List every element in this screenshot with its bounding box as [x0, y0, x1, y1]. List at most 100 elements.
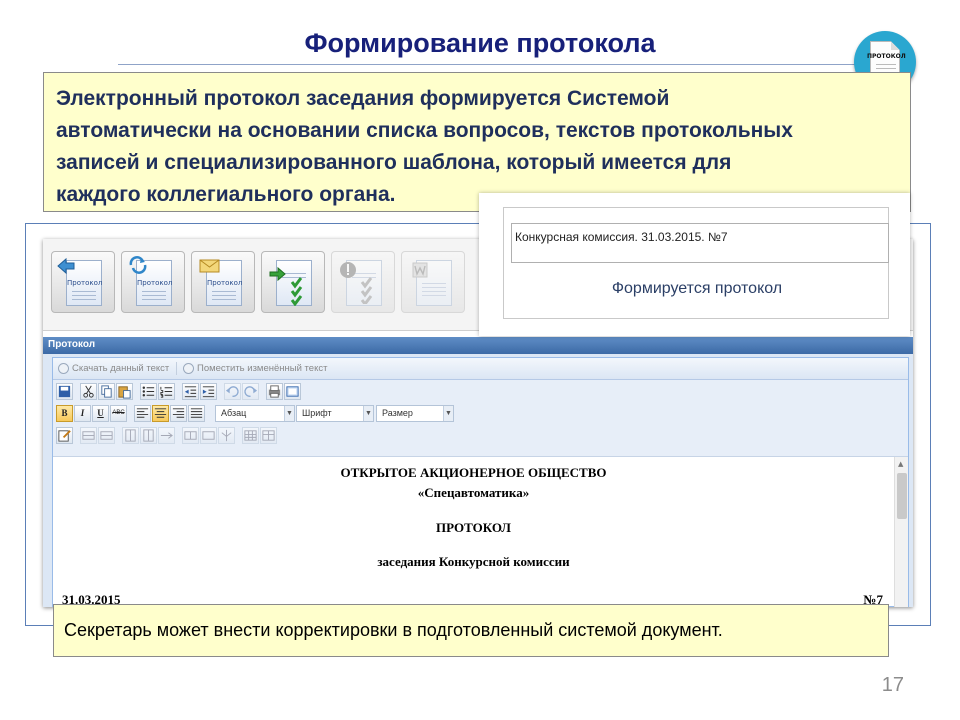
underline-button[interactable]: U: [92, 405, 109, 422]
redo-icon[interactable]: [242, 383, 259, 400]
paste-icon[interactable]: [116, 383, 133, 400]
rich-text-editor: Скачать данный текст Поместить изменённы…: [52, 357, 909, 607]
doc-line: [422, 283, 446, 284]
cut-icon[interactable]: [80, 383, 97, 400]
logo-line: [876, 68, 896, 69]
logo-label: ПРОТОКОЛ: [867, 53, 906, 60]
numbered-list-icon[interactable]: [158, 383, 175, 400]
doc-org-type: ОТКРЫТОЕ АКЦИОНЕРНОЕ ОБЩЕСТВО: [340, 465, 607, 480]
doc-line: [142, 291, 166, 292]
document-content[interactable]: ОТКРЫТОЕ АКЦИОНЕРНОЕ ОБЩЕСТВО «Спецавтом…: [53, 456, 908, 607]
paragraph-format-select[interactable]: Абзац ▼: [215, 405, 295, 422]
table-layout-icon[interactable]: [260, 427, 277, 444]
protocol-panel: Скачать данный текст Поместить изменённы…: [43, 354, 913, 607]
editor-scrollbar[interactable]: ▲: [894, 457, 908, 607]
copy-icon[interactable]: [98, 383, 115, 400]
callout-line: автоматически на основании списка вопрос…: [56, 119, 793, 142]
word-document-icon: [412, 262, 428, 278]
info-callout-top: Электронный протокол заседания формирует…: [43, 72, 911, 212]
doc-heading: ПРОТОКОЛ: [436, 520, 511, 535]
refresh-icon: [129, 256, 147, 274]
protocol-back-button[interactable]: Протокол: [51, 251, 115, 313]
delete-column-icon[interactable]: [140, 427, 157, 444]
align-right-icon[interactable]: [170, 405, 187, 422]
arrow-left-icon: [57, 257, 75, 275]
italic-button[interactable]: I: [74, 405, 91, 422]
insert-column-icon[interactable]: [122, 427, 139, 444]
doc-line: [422, 291, 446, 292]
toolbar-row-format: B I U ABC Абзац ▼ Шрифт ▼ Размер ▼: [53, 403, 908, 424]
font-family-value: Шрифт: [302, 408, 332, 418]
download-icon: [58, 363, 69, 374]
send-for-approval-button[interactable]: [261, 251, 325, 313]
insert-table-icon[interactable]: [242, 427, 259, 444]
strikethrough-button[interactable]: ABC: [110, 405, 127, 422]
toolbar-row-table: [53, 425, 908, 446]
chevron-down-icon: ▼: [363, 406, 373, 421]
delete-row-icon[interactable]: [98, 427, 115, 444]
callout-line: Электронный протокол заседания формирует…: [56, 87, 670, 110]
upload-icon: [183, 363, 194, 374]
indent-icon[interactable]: [200, 383, 217, 400]
logo-page-fold: [891, 41, 900, 50]
cell-properties-icon[interactable]: [200, 427, 217, 444]
doc-subheading: заседания Конкурсной комиссии: [377, 554, 570, 569]
scrollbar-thumb[interactable]: [897, 473, 907, 519]
info-callout-bottom: Секретарь может внести корректировки в п…: [53, 604, 889, 657]
button-label: Протокол: [207, 279, 243, 287]
preview-icon[interactable]: [284, 383, 301, 400]
protocol-email-button[interactable]: Протокол: [191, 251, 255, 313]
doc-line: [142, 295, 166, 296]
edit-source-icon[interactable]: [56, 427, 73, 444]
button-label: Протокол: [67, 279, 103, 287]
merge-cells-icon[interactable]: [158, 427, 175, 444]
outdent-icon[interactable]: [182, 383, 199, 400]
protocol-panel-header: Протокол: [43, 337, 913, 354]
align-center-icon[interactable]: [152, 405, 169, 422]
print-icon[interactable]: [266, 383, 283, 400]
doc-line: [72, 299, 96, 300]
upload-text-button[interactable]: Поместить изменённый текст: [197, 363, 327, 374]
chevron-down-icon: ▼: [443, 406, 453, 421]
editor-toolbar: B I U ABC Абзац ▼ Шрифт ▼ Размер ▼: [53, 380, 908, 456]
separator: [176, 362, 177, 375]
slide-title: Формирование протокола: [304, 28, 656, 58]
doc-line: [422, 287, 446, 288]
save-icon[interactable]: [56, 383, 73, 400]
popup-content: Конкурсная комиссия. 31.03.2015. №7 Форм…: [503, 207, 889, 319]
doc-line: [212, 295, 236, 296]
scroll-up-icon[interactable]: ▲: [898, 460, 903, 468]
undo-icon[interactable]: [224, 383, 241, 400]
bullet-list-icon[interactable]: [140, 383, 157, 400]
bold-button[interactable]: B: [56, 405, 73, 422]
word-export-button[interactable]: [401, 251, 465, 313]
protocol-refresh-button[interactable]: Протокол: [121, 251, 185, 313]
doc-org-name: «Спецавтоматика»: [417, 485, 530, 500]
protocol-generation-popup: Конкурсная комиссия. 31.03.2015. №7 Форм…: [479, 193, 910, 336]
progress-status-text: Формируется протокол: [611, 280, 783, 297]
download-text-button[interactable]: Скачать данный текст: [72, 363, 169, 374]
logo-line: [876, 64, 896, 65]
doc-line: [72, 291, 96, 292]
split-cells-icon[interactable]: [182, 427, 199, 444]
align-justify-icon[interactable]: [188, 405, 205, 422]
chevron-down-icon: ▼: [284, 406, 294, 421]
doc-line: [142, 299, 166, 300]
page-number: 17: [881, 674, 904, 696]
font-size-select[interactable]: Размер ▼: [376, 405, 454, 422]
align-left-icon[interactable]: [134, 405, 151, 422]
doc-line: [72, 295, 96, 296]
warning-checklist-icon: [340, 262, 373, 304]
font-family-select[interactable]: Шрифт ▼: [296, 405, 374, 422]
arrow-checklist-icon: [269, 266, 303, 306]
insert-row-icon[interactable]: [80, 427, 97, 444]
table-properties-icon[interactable]: [218, 427, 235, 444]
envelope-icon: [199, 259, 220, 273]
paragraph-format-value: Абзац: [221, 408, 247, 418]
toolbar-row-edit: [53, 381, 908, 402]
callout-line: записей и специализированного шаблона, к…: [56, 151, 732, 174]
title-underline: [118, 64, 908, 65]
warning-checklist-button[interactable]: [331, 251, 395, 313]
doc-line: [422, 295, 446, 296]
doc-line: [212, 291, 236, 292]
